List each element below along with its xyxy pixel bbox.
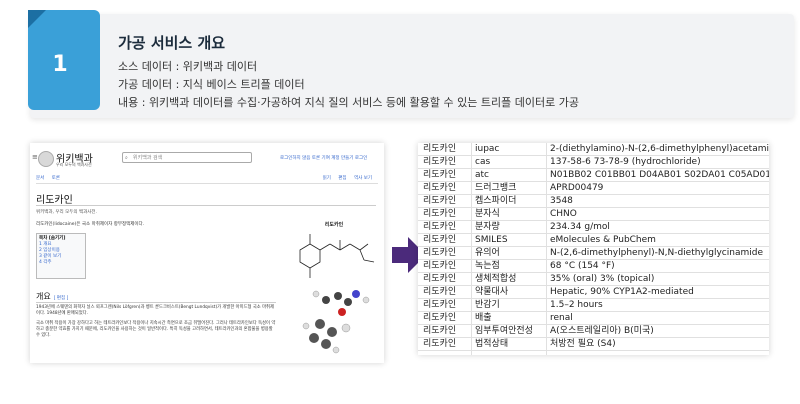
section-title: 가공 서비스 개요 [118,34,226,52]
predicate-cell: 분자량 [475,222,500,232]
wiki-tabs: 문서 토론 읽기 편집 역사 보기 [36,175,378,184]
table-row: 리도카인 atc N01BB02 C01BB01 D04AB01 S02DA01 C… [418,169,769,182]
subject-cell: 리도카인 [423,261,457,271]
subject-cell: 리도카인 [423,313,457,323]
table-row: 리도카인 iupac 2-(diethylamino)-N-(2,6-dimethy… [418,143,769,156]
title-divider [36,205,376,206]
step-number: 1 [52,52,68,77]
predicate-cell: 법적상태 [475,339,509,349]
object-cell: eMolecules & PubChem [550,235,656,245]
subject-cell: 리도카인 [423,274,457,284]
table-of-contents: 목차 [숨기기] 1 개요 2 임상이용 3 같이 보기 4 각주 [36,233,86,279]
wiki-top-links[interactable]: 로그인하지 않음 토론 기여 계정 만들기 로그인 [280,155,367,161]
predicate-cell: cas [475,157,491,167]
subject-cell: 리도카인 [423,222,457,232]
subject-cell: 리도카인 [423,339,457,349]
object-cell: 처방전 필요 (S4) [550,339,616,349]
subject-cell: 리도카인 [423,170,457,180]
subject-cell: 리도카인 [423,300,457,310]
predicate-cell: 생체적합성 [475,274,517,284]
object-cell: N01BB02 C01BB01 D04AB01 S02DA01 C05AD01 [550,170,769,180]
badge-fold [28,10,46,28]
table-row: 리도카인 분자량 234.34 g/mol [418,221,769,234]
predicate-cell: 약물대사 [475,287,509,297]
object-cell: APRD00479 [550,183,604,193]
subject-cell: 리도카인 [423,209,457,219]
object-cell: 234.34 g/mol [550,222,610,232]
object-cell: renal [550,313,573,323]
tab-talk[interactable]: 토론 [52,176,60,181]
object-cell: 2-(diethylamino)-N-(2,6-dimethylphenyl)a… [550,144,769,154]
predicate-cell: 반감기 [475,300,500,310]
triple-data-table: 리도카인 iupac 2-(diethylamino)-N-(2,6-dimethy… [418,143,769,355]
tab-edit[interactable]: 편집 [338,176,346,181]
processed-data-line: 가공 데이터 : 지식 베이스 트리플 데이터 [118,78,305,91]
wikipedia-logo-icon[interactable] [38,151,54,167]
predicate-cell: 유의어 [475,248,500,258]
wiki-search-input[interactable]: 위키백과 검색 [122,152,252,163]
table-row: 리도카인 SMILES eMolecules & PubChem [418,234,769,247]
subject-cell: 리도카인 [423,248,457,258]
infobox-title: 리도카인 [324,222,344,228]
lidocaine-structure-image [299,234,375,354]
subject-cell: 리도카인 [423,144,457,154]
table-row: 리도카인 분자식 CHNO [418,208,769,221]
source-data-line: 소스 데이터 : 위키백과 데이터 [118,60,258,73]
section-divider [36,302,276,303]
table-row: 리도카인 법적상태 처방전 필요 (S4) [418,338,769,351]
object-cell: CHNO [550,209,577,219]
table-row: 리도카인 cas 137-58-6 73-78-9 (hydrochloride) [418,156,769,169]
table-row: 리도카인 배출 renal [418,312,769,325]
predicate-cell: atc [475,170,489,180]
predicate-cell: 임부투여안전성 [475,326,533,336]
table-row: 리도카인 드러그뱅크 APRD00479 [418,182,769,195]
predicate-cell: SMILES [475,235,508,245]
tab-read[interactable]: 읽기 [323,176,331,181]
predicate-cell: 켐스파이더 [475,196,517,206]
object-cell: 35% (oral) 3% (topical) [550,274,655,284]
object-cell: 68 °C (154 °F) [550,261,615,271]
table-row: 리도카인 켐스파이더 3548 [418,195,769,208]
article-subtitle: 위키백과, 우리 모두의 백과사전. [36,210,97,215]
object-cell: 3548 [550,196,573,206]
table-row: 리도카인 반감기 1.5–2 hours [418,299,769,312]
table-row: 리도카인 생체적합성 35% (oral) 3% (topical) [418,273,769,286]
subject-cell: 리도카인 [423,287,457,297]
wiki-logo-subtitle: 우리 모두의 백과사전 [56,162,92,167]
object-cell: 1.5–2 hours [550,300,603,310]
article-paragraph: 국소 마취 작용이 가장 강하다고 하는 테트라카인보다 작용이나 지속시간 측… [36,321,276,338]
predicate-cell: 녹는점 [475,261,500,271]
object-cell: 137-58-6 73-78-9 (hydrochloride) [550,157,701,167]
section-edit-link[interactable]: [ 편집 ] [54,296,69,301]
infobox: 리도카인 [286,221,382,363]
article-title: 리도카인 [36,195,73,206]
section-heading-text: 개요 [36,292,51,301]
subject-cell: 리도카인 [423,157,457,167]
wikipedia-screenshot: ≡ 위키백과 우리 모두의 백과사전 ⌕ 위키백과 검색 로그인하지 않음 토론… [30,143,384,363]
subject-cell: 리도카인 [423,183,457,193]
table-row: 리도카인 유의어 N-(2,6-dimethylphenyl)-N,N-diethy… [418,247,769,260]
subject-cell: 리도카인 [423,326,457,336]
object-cell: A(오스트레일리아) B(미국) [550,326,654,336]
article-paragraph: 1943년에 스웨덴의 화학자 닐스 뢰프그렌(Nils Löfgren)과 벵… [36,305,274,316]
predicate-cell: 분자식 [475,209,500,219]
table-row: 리도카인 녹는점 68 °C (154 °F) [418,260,769,273]
tab-history[interactable]: 역사 보기 [354,176,372,181]
object-cell: N-(2,6-dimethylphenyl)-N,N-diethylglycin… [550,248,763,258]
article-intro: 리도카인(lidocaine)은 국소 마취제이자 항부정맥제이다. [36,222,145,227]
menu-icon[interactable]: ≡ [32,153,38,161]
table-row: 리도카인 약물대사 Hepatic, 90% CYP1A2-mediated [418,286,769,299]
object-cell: Hepatic, 90% CYP1A2-mediated [550,287,694,297]
predicate-cell: 배출 [475,313,492,323]
predicate-cell: 드러그뱅크 [475,183,517,193]
section-heading: 개요[ 편집 ] [36,291,68,302]
tab-article[interactable]: 문서 [36,176,44,181]
subject-cell: 리도카인 [423,196,457,206]
toc-item[interactable]: 4 각주 [39,260,83,266]
table-row: 리도카인 임부투여안전성 A(오스트레일리아) B(미국) [418,325,769,338]
predicate-cell: iupac [475,144,500,154]
description-line: 내용 : 위키백과 데이터를 수집·가공하여 지식 질의 서비스 등에 활용할 … [118,96,579,109]
subject-cell: 리도카인 [423,235,457,245]
